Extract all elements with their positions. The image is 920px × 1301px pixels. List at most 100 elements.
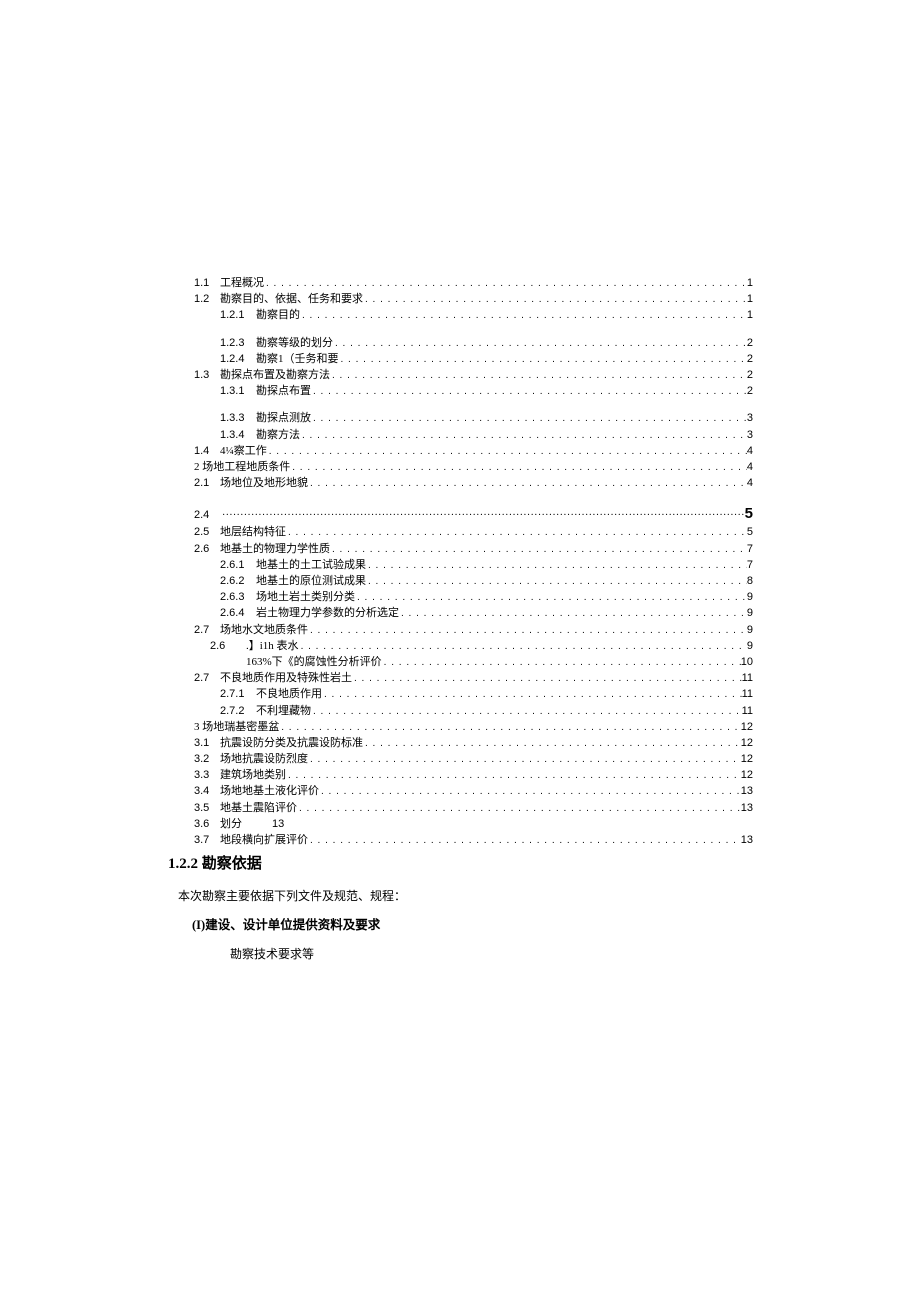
toc-number: 2.7 [168, 673, 220, 684]
toc-title: 2 场地工程地质条件 [194, 462, 290, 473]
toc-number: 3.2 [168, 754, 220, 765]
toc-leader [382, 658, 741, 668]
toc-entry: 2.6.4岩土物理力学参数的分析选定9 [168, 608, 753, 619]
toc-entry: 1.44¼察工作4 [168, 446, 753, 457]
toc-leader [300, 311, 747, 321]
toc-number: 3.4 [168, 786, 220, 797]
toc-leader [286, 528, 747, 538]
toc-leader [339, 355, 747, 365]
toc-title: 3 场地瑞基密墨盆 [194, 722, 279, 733]
toc-page: 9 [747, 625, 753, 636]
toc-number: 3.6 [168, 819, 220, 830]
toc-leader [286, 771, 741, 781]
toc-title: 勘察目的、依据、任务和要求 [220, 294, 363, 305]
toc-entry: 2.5地层结构特征5 [168, 527, 753, 538]
toc-entry: 1.2.4勘察1（壬务和要2 [168, 354, 753, 365]
toc-leader [220, 510, 745, 521]
toc-entry: 3.5地基土震陷评价13 [168, 803, 753, 814]
toc-number: 3.7 [168, 835, 220, 846]
body-paragraph: 本次勘察主要依据下列文件及规范、规程： [178, 887, 753, 904]
toc-title: 不利埋藏物 [256, 706, 311, 717]
toc-page: 9 [747, 608, 753, 619]
toc-page: 4 [747, 462, 753, 473]
toc-leader [290, 463, 747, 473]
toc-number: 1.2.3 [168, 338, 256, 349]
toc-title: .】i1h 表水 [246, 641, 299, 652]
toc-page: 2 [747, 354, 753, 365]
toc-entry: 2.4 5 [168, 505, 753, 522]
toc-title: 场地地基土液化评价 [220, 786, 319, 797]
document-page: 1.1工程概况11.2勘察目的、依据、任务和要求11.2.1勘察目的11.2.3… [168, 278, 753, 962]
toc-leader [308, 626, 747, 636]
toc-entry: 3.3建筑场地类别 12 [168, 770, 753, 781]
toc-number: 2.6.1 [168, 560, 256, 571]
toc-leader [308, 755, 741, 765]
toc-entry: 3.4场地地基土液化评价 13 [168, 786, 753, 797]
toc-leader [363, 739, 741, 749]
toc-leader [366, 561, 747, 571]
toc-page: 13 [741, 786, 753, 797]
toc-page: 3 [747, 413, 753, 424]
toc-leader [300, 431, 747, 441]
toc-leader [319, 787, 741, 797]
toc-title: 勘察目的 [256, 310, 300, 321]
toc-entry: 3.1抗震设防分类及抗震设防标准12 [168, 738, 753, 749]
toc-entry: 1.1工程概况1 [168, 278, 753, 289]
toc-page: 11 [742, 706, 753, 717]
toc-leader [322, 690, 742, 700]
toc-entry: 2.6.】i1h 表水 9 [168, 641, 753, 652]
toc-title: 场地抗震设防烈度 [220, 754, 308, 765]
toc-number: 2.7.2 [168, 706, 256, 717]
toc-title: 4¼察工作 [220, 446, 267, 457]
toc-number: 2.6 [168, 641, 246, 652]
toc-leader [330, 545, 747, 555]
toc-page: 4 [747, 478, 753, 489]
toc-page: 12 [741, 770, 753, 781]
toc-entry: 2.6地基土的物理力学性质7 [168, 544, 753, 555]
toc-leader [366, 577, 747, 587]
toc-entry: 2.6.2地基土的原位测试成果8 [168, 576, 753, 587]
toc-title: 勘探点布置及勘察方法 [220, 370, 330, 381]
toc-entry: 1.3勘探点布置及勘察方法2 [168, 370, 753, 381]
toc-page: 2 [747, 338, 753, 349]
toc-entry: 3.6划分13 [168, 819, 753, 830]
toc-title: 勘察等级的划分 [256, 338, 333, 349]
toc-leader [299, 642, 747, 652]
toc-title: 场地土岩土类别分类 [256, 592, 355, 603]
toc-page: 7 [747, 544, 753, 555]
toc-number: 2.7.1 [168, 689, 256, 700]
toc-entry: 2.1场地位及地形地貌4 [168, 478, 753, 489]
toc-page: 2 [747, 370, 753, 381]
toc-page: 1 [747, 294, 753, 305]
toc-page: 13 [272, 819, 284, 830]
table-of-contents: 1.1工程概况11.2勘察目的、依据、任务和要求11.2.1勘察目的11.2.3… [168, 278, 753, 846]
toc-number: 2.6 [168, 544, 220, 555]
toc-page: 11 [742, 673, 753, 684]
toc-title: 勘探点布置 [256, 386, 311, 397]
toc-entry: 1.3.1勘探点布置2 [168, 386, 753, 397]
toc-entry: 2.7.1不良地质作用11 [168, 689, 753, 700]
toc-leader [308, 836, 741, 846]
toc-number: 2.1 [168, 478, 220, 489]
toc-page: 9 [747, 641, 753, 652]
toc-page: 3 [747, 430, 753, 441]
toc-leader [352, 674, 742, 684]
toc-title: 地基土震陷评价 [220, 803, 297, 814]
toc-leader [363, 295, 747, 305]
toc-page: 12 [741, 738, 753, 749]
toc-title: 地基土的原位测试成果 [256, 576, 366, 587]
toc-entry: 1.2.3勘察等级的划分 2 [168, 338, 753, 349]
toc-title: 建筑场地类别 [220, 770, 286, 781]
toc-number: 2.6.3 [168, 592, 256, 603]
toc-entry: 2.6.1地基土的土工试验成果7 [168, 560, 753, 571]
toc-number: 3.1 [168, 738, 220, 749]
toc-entry: 2 场地工程地质条件 4 [168, 462, 753, 473]
toc-title: 163%下《的腐蚀性分析评价 [246, 657, 382, 668]
toc-entry: 2.7不良地质作用及特殊性岩土11 [168, 673, 753, 684]
toc-page: 11 [742, 689, 753, 700]
toc-number: 3.3 [168, 770, 220, 781]
toc-leader [308, 479, 747, 489]
toc-title: 地基土的土工试验成果 [256, 560, 366, 571]
toc-leader [333, 339, 747, 349]
toc-page: 5 [747, 527, 753, 538]
